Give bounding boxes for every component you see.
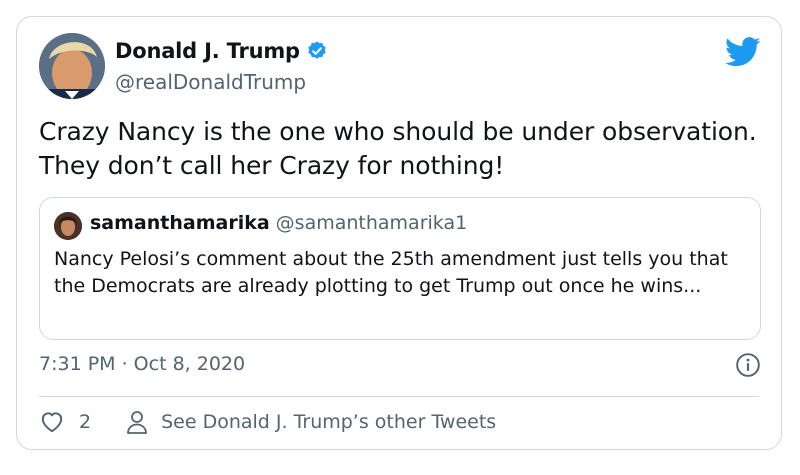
info-icon[interactable]: [735, 352, 761, 378]
quoted-header: samanthamarika @samanthamarika1: [90, 212, 467, 234]
divider: [39, 396, 759, 397]
twitter-bird-icon[interactable]: [725, 37, 761, 67]
tweet-actions: 2 See Donald J. Trump’s other Tweets: [39, 409, 496, 435]
quoted-avatar[interactable]: [54, 212, 82, 240]
verified-badge-icon: [308, 41, 326, 59]
person-icon: [127, 411, 147, 434]
tweet-card[interactable]: Donald J. Trump @realDonaldTrump Crazy N…: [16, 16, 782, 450]
author-name[interactable]: Donald J. Trump: [115, 39, 300, 63]
tweet-timestamp[interactable]: 7:31 PM · Oct 8, 2020: [39, 353, 245, 375]
author-avatar[interactable]: [39, 33, 105, 99]
heart-icon[interactable]: [39, 409, 65, 435]
tweet-text: Crazy Nancy is the one who should be und…: [39, 117, 757, 180]
quoted-text: Nancy Pelosi’s comment about the 25th am…: [54, 248, 728, 297]
author-name-row: Donald J. Trump: [115, 39, 328, 63]
quoted-handle[interactable]: @samanthamarika1: [276, 212, 468, 234]
author-handle[interactable]: @realDonaldTrump: [115, 70, 306, 94]
quoted-tweet[interactable]: samanthamarika @samanthamarika1 Nancy Pel…: [39, 197, 761, 340]
see-more-tweets-link[interactable]: See Donald J. Trump’s other Tweets: [161, 411, 496, 433]
like-count[interactable]: 2: [79, 411, 91, 433]
quoted-name[interactable]: samanthamarika: [90, 212, 270, 234]
